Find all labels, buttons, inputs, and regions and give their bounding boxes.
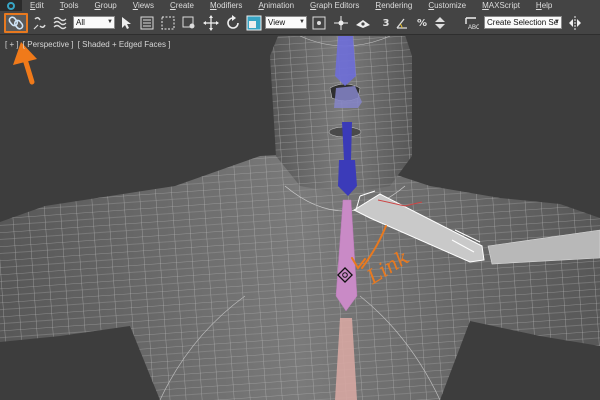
select-by-name-button[interactable] bbox=[138, 13, 156, 33]
menu-tools[interactable]: Tools bbox=[52, 0, 87, 11]
viewport-view-menu[interactable]: [ Perspective ] bbox=[23, 40, 74, 49]
keyboard-shortcut-override-button[interactable] bbox=[354, 13, 372, 33]
percent-snap-button[interactable]: % bbox=[414, 13, 430, 33]
use-pivot-point-center-button[interactable] bbox=[310, 13, 328, 33]
menu-rendering[interactable]: Rendering bbox=[367, 0, 420, 11]
menu-help[interactable]: Help bbox=[528, 0, 560, 11]
unlink-button[interactable] bbox=[31, 13, 49, 33]
snaps-toggle-button[interactable]: 3 bbox=[378, 13, 394, 33]
menu-group[interactable]: Group bbox=[86, 0, 124, 11]
move-icon bbox=[203, 15, 219, 31]
select-and-manipulate-button[interactable] bbox=[332, 13, 350, 33]
rotate-icon bbox=[227, 15, 239, 29]
cursor-icon bbox=[122, 17, 131, 29]
select-object-button[interactable] bbox=[118, 13, 136, 33]
viewport-label: [ + ] [ Perspective ] [ Shaded + Edged F… bbox=[5, 40, 172, 49]
angle-snap-button[interactable] bbox=[394, 13, 410, 33]
rect-select-icon bbox=[161, 16, 175, 30]
menu-edit[interactable]: Edit bbox=[22, 0, 52, 11]
menu-customize[interactable]: Customize bbox=[420, 0, 474, 11]
perspective-viewport[interactable]: Link [ + ] [ Perspective ] [ Shaded + Ed… bbox=[0, 36, 600, 400]
select-and-link-button[interactable] bbox=[4, 13, 28, 33]
menu-graph-editors[interactable]: Graph Editors bbox=[302, 0, 367, 11]
named-selection-icon: ABC bbox=[465, 17, 479, 31]
reference-coordinate-dropdown[interactable]: View bbox=[265, 16, 307, 29]
edit-named-selection-button[interactable]: ABC bbox=[462, 13, 480, 33]
menu-modifiers[interactable]: Modifiers bbox=[202, 0, 250, 11]
character-mesh[interactable] bbox=[0, 36, 600, 400]
select-and-scale-button[interactable] bbox=[245, 13, 263, 33]
select-and-move-button[interactable] bbox=[202, 13, 220, 33]
head-bone[interactable] bbox=[335, 36, 356, 86]
link-icon bbox=[8, 16, 24, 30]
menu-maxscript[interactable]: MAXScript bbox=[474, 0, 528, 11]
menu-animation[interactable]: Animation bbox=[250, 0, 302, 11]
viewport-shading-menu[interactable]: [ Shaded + Edged Faces ] bbox=[78, 40, 171, 49]
manipulate-icon bbox=[334, 16, 348, 30]
mirror-icon bbox=[569, 16, 581, 30]
list-icon bbox=[140, 16, 154, 30]
selection-filter-dropdown[interactable]: All bbox=[73, 16, 115, 29]
viewport-plus-menu[interactable]: [ + ] bbox=[5, 40, 19, 49]
pivot-icon bbox=[312, 16, 326, 30]
spinner-snap-button[interactable] bbox=[432, 13, 448, 33]
mirror-button[interactable] bbox=[566, 13, 584, 33]
scale-icon bbox=[246, 15, 262, 31]
menu-create[interactable]: Create bbox=[162, 0, 202, 11]
spinner-snap-icon bbox=[435, 17, 445, 29]
app-logo[interactable] bbox=[0, 0, 22, 11]
menu-bar: Edit Tools Group Views Create Modifiers … bbox=[0, 0, 600, 11]
angle-snap-icon bbox=[396, 18, 407, 29]
named-selection-sets-dropdown[interactable]: Create Selection Se bbox=[484, 16, 562, 29]
space-warp-icon bbox=[53, 16, 67, 30]
menu-views[interactable]: Views bbox=[125, 0, 162, 11]
window-crossing-icon bbox=[182, 16, 195, 29]
window-crossing-button[interactable] bbox=[180, 13, 198, 33]
unlink-icon bbox=[33, 16, 46, 30]
app-logo-icon bbox=[7, 1, 15, 10]
rectangular-selection-button[interactable] bbox=[158, 13, 178, 33]
viewport-scene: Link bbox=[0, 36, 600, 400]
bind-to-space-warp-button[interactable] bbox=[51, 13, 69, 33]
select-and-rotate-button[interactable] bbox=[224, 13, 242, 33]
keyboard-icon bbox=[356, 20, 370, 28]
main-toolbar: All ▼ View ▼ 3 % ABC Create Selection Se… bbox=[0, 11, 600, 35]
svg-text:ABC: ABC bbox=[468, 25, 479, 31]
